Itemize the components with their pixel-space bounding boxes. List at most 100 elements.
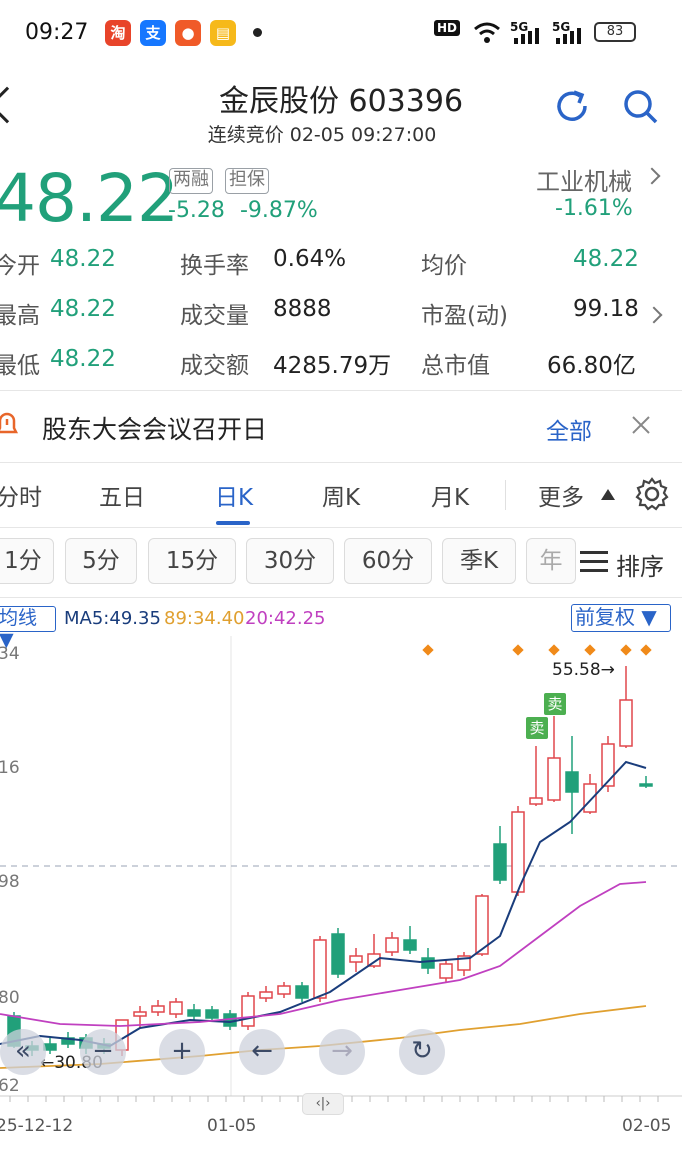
- mcap-value: 66.80亿: [547, 353, 636, 379]
- divider: [0, 462, 682, 463]
- tab-intraday[interactable]: 分时: [0, 478, 42, 512]
- margin-tag: 两融: [169, 168, 213, 194]
- turnover-label: 换手率: [180, 253, 249, 279]
- event-marker: [422, 644, 434, 656]
- high-value: 48.22: [50, 296, 116, 322]
- sell-signal: 卖: [526, 717, 548, 739]
- candle-body: [241, 995, 255, 1027]
- sort-button[interactable]: 排序: [616, 547, 664, 582]
- candle-body: [619, 699, 633, 747]
- period-1min[interactable]: 1分: [0, 538, 54, 584]
- taobao-icon: 淘: [105, 20, 131, 46]
- candle-body: [295, 985, 309, 999]
- alipay-icon: 支: [140, 20, 166, 46]
- current-price: 48.22: [0, 160, 179, 237]
- reset-view-button[interactable]: ↻: [399, 1029, 445, 1075]
- period-year-k[interactable]: 年: [526, 538, 576, 584]
- adjust-dropdown-label: 前复权: [575, 605, 635, 629]
- status-time: 09:27: [25, 20, 89, 45]
- notice-text[interactable]: 股东大会会议召开日: [42, 410, 267, 446]
- signal-2-icon: [556, 28, 581, 44]
- y-tick-label: 80: [0, 988, 20, 1008]
- tab-monthly-k[interactable]: 月K: [431, 478, 469, 512]
- high-price-annotation: 55.58→: [552, 660, 615, 680]
- divider: [0, 597, 682, 598]
- trading-status: 连续竞价 02-05 09:27:00: [207, 124, 437, 146]
- period-30min[interactable]: 30分: [246, 538, 334, 584]
- low-label: 最低: [0, 353, 40, 379]
- signal-1-icon: [514, 28, 539, 44]
- y-tick-label: 34: [0, 644, 20, 664]
- avg-value: 48.22: [573, 246, 639, 272]
- low-value: 48.22: [50, 346, 116, 372]
- chevron-right-icon[interactable]: [643, 167, 661, 185]
- menu-icon[interactable]: [580, 549, 608, 575]
- alarm-icon: [0, 412, 19, 434]
- tab-more[interactable]: 更多: [538, 478, 584, 512]
- close-icon[interactable]: [630, 414, 652, 436]
- candle-body: [385, 937, 399, 953]
- stock-header: 金辰股份 603396 连续竞价 02-05 09:27:00: [0, 66, 682, 150]
- scroll-left-fast-button[interactable]: «: [0, 1029, 46, 1075]
- period-60min[interactable]: 60分: [344, 538, 432, 584]
- ma10-value: 89:34.40: [164, 608, 245, 629]
- industry-change: -1.61%: [555, 196, 633, 221]
- collateral-tag: 担保: [225, 168, 269, 194]
- tab-weekly-k[interactable]: 周K: [322, 478, 360, 512]
- reader-icon: ▤: [210, 20, 236, 46]
- candle-body: [331, 933, 345, 975]
- tab-separator: [505, 480, 506, 510]
- candle-body: [601, 743, 615, 787]
- event-marker: [640, 644, 652, 656]
- range-handle[interactable]: ‹|›: [302, 1093, 344, 1115]
- zoom-in-button[interactable]: +: [159, 1029, 205, 1075]
- divider: [0, 390, 682, 391]
- triangle-up-icon[interactable]: [600, 487, 616, 501]
- event-marker: [512, 644, 524, 656]
- volume-value: 8888: [273, 296, 332, 322]
- industry-link[interactable]: 工业机械: [536, 162, 632, 197]
- wifi-icon: [474, 22, 500, 43]
- divider: [0, 527, 682, 528]
- period-5min[interactable]: 5分: [65, 538, 137, 584]
- tab-five-day[interactable]: 五日: [99, 478, 145, 512]
- candle-body: [205, 1009, 219, 1019]
- stats-expand-icon[interactable]: [645, 306, 663, 324]
- period-quarter-k[interactable]: 季K: [442, 538, 516, 584]
- candle-body: [639, 783, 653, 787]
- app-notification-icon: ●: [175, 20, 201, 46]
- candle-body: [421, 957, 435, 969]
- pe-label: 市盈(动): [421, 303, 508, 329]
- candle-body: [583, 783, 597, 813]
- settings-icon[interactable]: [634, 476, 670, 512]
- adjust-dropdown[interactable]: 前复权 ▼: [571, 604, 671, 632]
- open-label: 今开: [0, 253, 40, 279]
- hd-icon: HD: [434, 20, 461, 36]
- period-15min[interactable]: 15分: [148, 538, 236, 584]
- refresh-icon[interactable]: [552, 86, 592, 126]
- ma20-value: 20:42.25: [245, 608, 326, 629]
- candle-body: [403, 939, 417, 951]
- event-marker: [620, 644, 632, 656]
- event-marker: [548, 644, 560, 656]
- search-icon[interactable]: [620, 86, 660, 126]
- battery-icon: 83: [594, 22, 636, 42]
- price-change: -5.28 -9.87%: [168, 198, 318, 223]
- scroll-left-button[interactable]: ←: [239, 1029, 285, 1075]
- indicator-dropdown[interactable]: 均线 ▼: [0, 606, 56, 651]
- amount-label: 成交额: [180, 353, 249, 379]
- zoom-out-button[interactable]: −: [80, 1029, 126, 1075]
- candle-body: [493, 843, 507, 881]
- event-marker: [584, 644, 596, 656]
- ma5-value: MA5:49.35: [64, 608, 161, 629]
- high-label: 最高: [0, 303, 40, 329]
- candle-body: [133, 1011, 147, 1017]
- candle-body: [529, 797, 543, 805]
- scroll-right-button[interactable]: →: [319, 1029, 365, 1075]
- candle-body: [277, 985, 291, 995]
- notice-all-link[interactable]: 全部: [546, 412, 592, 446]
- tab-daily-k[interactable]: 日K: [215, 478, 253, 512]
- open-value: 48.22: [50, 246, 116, 272]
- candle-body: [151, 1005, 165, 1013]
- candle-body: [439, 963, 453, 979]
